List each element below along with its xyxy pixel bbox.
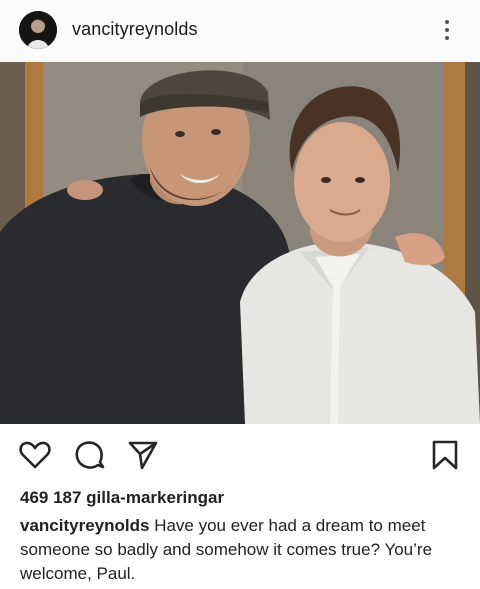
- avatar[interactable]: [19, 11, 57, 49]
- post-caption: vancityreynolds Have you ever had a drea…: [20, 514, 460, 586]
- caption-username[interactable]: vancityreynolds: [20, 516, 149, 535]
- send-icon[interactable]: [126, 438, 160, 472]
- post-username[interactable]: vancityreynolds: [72, 19, 198, 40]
- more-vertical-icon[interactable]: [438, 16, 456, 44]
- post-photo[interactable]: [0, 62, 480, 424]
- bookmark-icon[interactable]: [428, 438, 462, 472]
- comment-icon[interactable]: [72, 438, 106, 472]
- post-header: vancityreynolds: [0, 0, 480, 62]
- post-actions: [0, 424, 480, 484]
- like-count[interactable]: 469 187 gilla-markeringar: [20, 488, 224, 508]
- heart-icon[interactable]: [18, 438, 52, 472]
